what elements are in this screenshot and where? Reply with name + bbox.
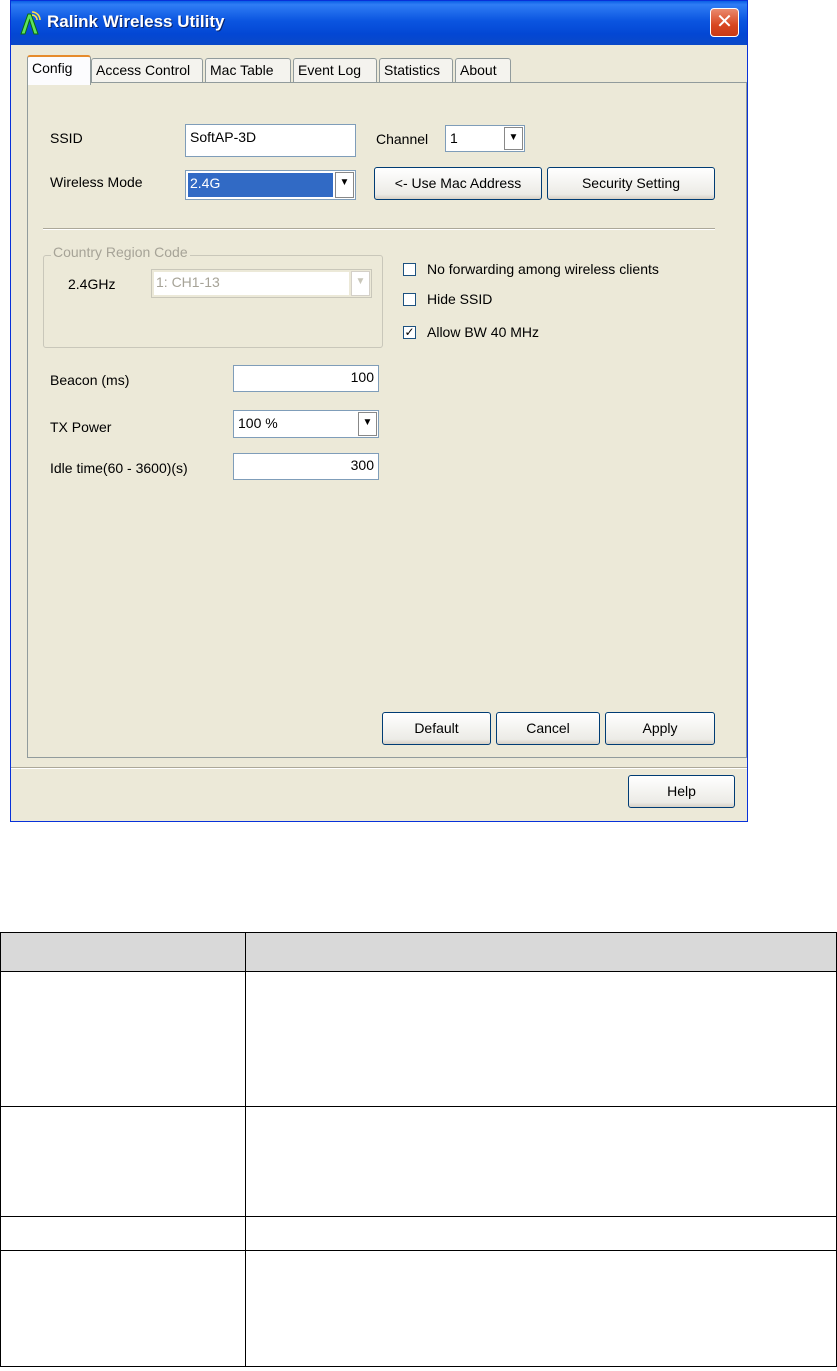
ssid-input[interactable]: SoftAP-3D [185,124,356,157]
idle-time-input[interactable]: 300 [233,453,379,480]
no-forwarding-label: No forwarding among wireless clients [427,261,659,277]
table-row [0,971,837,1107]
chevron-down-icon[interactable]: ▼ [358,412,377,436]
tab-event-log[interactable]: Event Log [293,58,377,83]
allow-bw-40-checkbox[interactable]: ✓ [403,326,416,339]
table-cell [0,1216,246,1251]
wireless-mode-select[interactable]: 2.4G ▼ [185,170,356,200]
table-header-cell [245,932,837,972]
chevron-down-icon[interactable]: ▼ [504,127,523,150]
beacon-input[interactable]: 100 [233,365,379,392]
band-label: 2.4GHz [68,276,116,292]
default-button[interactable]: Default [382,712,491,745]
tab-access-control[interactable]: Access Control [91,58,203,83]
use-mac-address-button[interactable]: <- Use Mac Address [374,167,542,200]
idle-time-label: Idle time(60 - 3600)(s) [50,460,188,476]
tx-power-label: TX Power [50,419,112,435]
channel-select[interactable]: 1 ▼ [445,125,525,152]
cancel-button[interactable]: Cancel [496,712,600,745]
table-cell [0,1106,246,1217]
ralink-app-icon [20,11,41,35]
table-row [0,1250,837,1367]
region-select: 1: CH1-13 ▼ [151,269,372,298]
allow-bw-40-label: Allow BW 40 MHz [427,324,540,340]
country-region-legend: Country Region Code [51,244,190,260]
table-header-cell [0,932,246,972]
ssid-label: SSID [50,130,83,146]
table-cell [0,971,246,1107]
channel-label: Channel [376,131,429,147]
title-bar[interactable]: Ralink Wireless Utility ✕ [11,1,747,45]
chevron-down-icon[interactable]: ▼ [335,172,354,198]
apply-button[interactable]: Apply [605,712,715,745]
beacon-label: Beacon (ms) [50,372,130,388]
wireless-mode-value: 2.4G [188,173,333,197]
table-cell [245,971,837,1107]
table-cell [245,1216,837,1251]
security-setting-button[interactable]: Security Setting [547,167,715,200]
table-row [0,1106,837,1217]
check-icon: ✓ [404,325,415,339]
tab-about[interactable]: About [455,58,511,83]
chevron-down-icon: ▼ [351,271,370,296]
tx-power-select[interactable]: 100 % ▼ [233,410,379,438]
tab-config[interactable]: Config [27,55,91,85]
table-cell [245,1250,837,1367]
close-icon: ✕ [716,11,733,33]
table-header-row [0,932,837,972]
wireless-mode-label: Wireless Mode [50,174,143,190]
description-table [0,932,837,1367]
footer-divider [11,767,747,769]
hide-ssid-label: Hide SSID [427,291,493,307]
no-forwarding-checkbox[interactable] [403,263,416,276]
table-cell [0,1250,246,1367]
help-button[interactable]: Help [628,775,735,808]
window-title: Ralink Wireless Utility [47,12,225,31]
region-value: 1: CH1-13 [154,272,349,295]
separator [43,228,715,230]
table-cell [245,1106,837,1217]
close-button[interactable]: ✕ [710,8,739,37]
table-row [0,1216,837,1251]
channel-value: 1 [450,130,458,146]
hide-ssid-checkbox[interactable] [403,293,416,306]
tab-statistics[interactable]: Statistics [379,58,453,83]
tab-mac-table[interactable]: Mac Table [205,58,291,83]
ralink-utility-window: Ralink Wireless Utility ✕ Config Access … [10,0,748,822]
tx-power-value: 100 % [238,415,278,431]
